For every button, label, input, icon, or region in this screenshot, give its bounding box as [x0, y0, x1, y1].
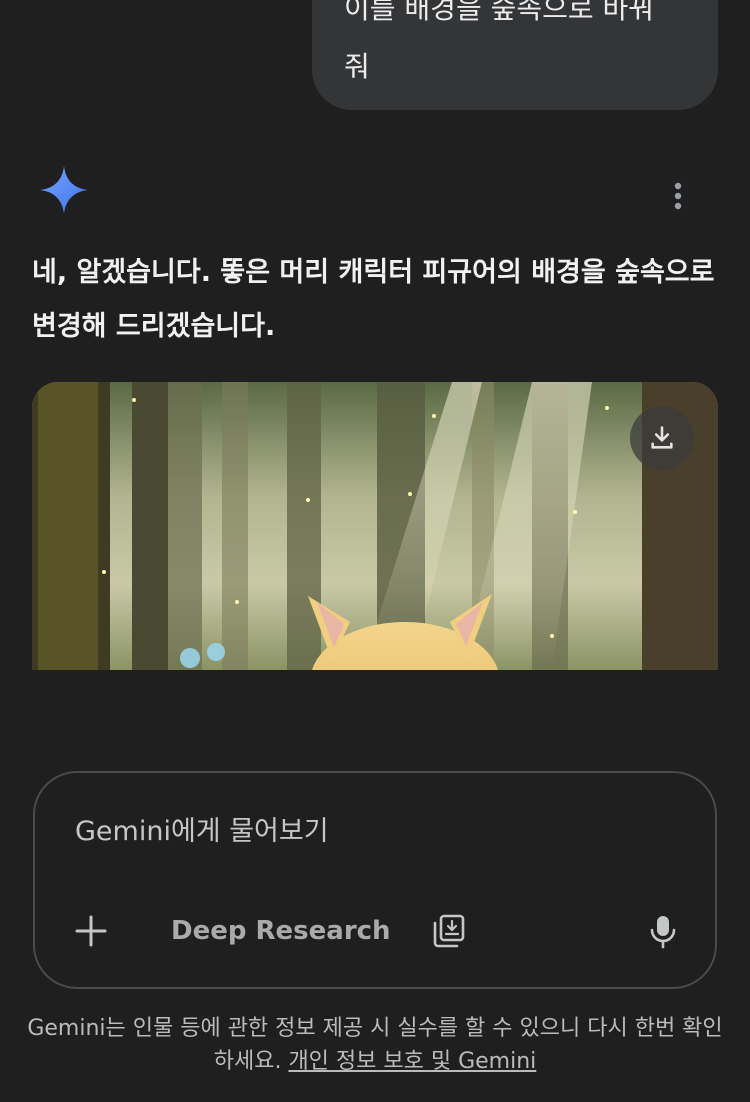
- canvas-icon: [433, 914, 465, 948]
- gemini-sparkle-icon: [38, 164, 90, 216]
- deep-research-button[interactable]: Deep Research: [171, 909, 391, 953]
- chat-screen: 이를 배경을 숲속으로 바꿔 줘 네, 알겠습니다. 똫은 머리 캐릭터 피규어…: [0, 0, 750, 1102]
- voice-input-button[interactable]: [643, 911, 683, 951]
- add-attachment-button[interactable]: [71, 911, 111, 951]
- download-image-button[interactable]: [630, 406, 694, 470]
- disclaimer-text: Gemini는 인물 등에 관한 정보 제공 시 실수를 할 수 있으니 다시 …: [20, 1012, 730, 1078]
- generated-image[interactable]: [32, 382, 718, 670]
- canvas-button[interactable]: [429, 911, 469, 951]
- assistant-response-text: 네, 알겠습니다. 똫은 머리 캐릭터 피규어의 배경을 숲속으로 변경해 드리…: [32, 257, 715, 342]
- more-vert-icon: [674, 182, 682, 210]
- user-message-line-1: 이를 배경을 숲속으로 바꿔: [344, 0, 655, 25]
- prompt-input-box: Deep Research: [33, 771, 717, 989]
- more-options-button[interactable]: [658, 176, 698, 216]
- mic-icon: [650, 916, 676, 949]
- privacy-link[interactable]: 개인 정보 보호 및 Gemini: [288, 1049, 536, 1074]
- plus-icon: [75, 915, 107, 947]
- user-message-bubble: 이를 배경을 숲속으로 바꿔 줘: [312, 0, 718, 110]
- download-icon: [651, 426, 673, 449]
- user-message-line-2: 줘: [344, 50, 370, 83]
- prompt-input[interactable]: [75, 809, 635, 853]
